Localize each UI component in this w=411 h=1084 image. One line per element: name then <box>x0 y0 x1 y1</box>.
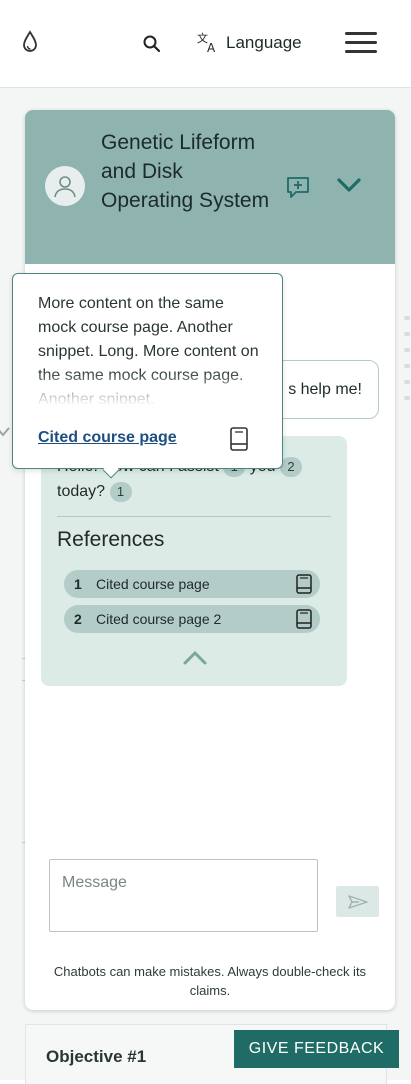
translate-icon: 文 A <box>197 31 216 55</box>
language-selector[interactable]: 文 A Language <box>196 28 302 58</box>
user-message-text: s help me! <box>288 380 362 398</box>
water-drop-icon[interactable] <box>18 28 42 56</box>
chat-header: Genetic Lifeform and Disk Operating Syst… <box>25 110 395 264</box>
chevron-up-icon[interactable] <box>181 648 209 668</box>
bot-message-part: today? <box>57 483 106 500</box>
user-avatar-icon <box>45 166 85 206</box>
send-icon <box>347 894 368 909</box>
book-icon <box>296 609 312 629</box>
send-button[interactable] <box>336 886 379 917</box>
book-icon <box>296 574 312 594</box>
language-label: Language <box>226 33 302 52</box>
citation-tooltip: More content on the same mock course pag… <box>12 273 283 479</box>
reference-item[interactable]: 2 Cited course page 2 <box>64 605 320 633</box>
citation-pill[interactable]: 2 <box>280 456 302 477</box>
new-message-icon[interactable] <box>285 174 311 200</box>
chat-panel: Genetic Lifeform and Disk Operating Syst… <box>25 110 395 1010</box>
svg-text:A: A <box>207 41 216 55</box>
search-icon[interactable] <box>140 32 164 56</box>
hamburger-menu-icon[interactable] <box>345 32 377 54</box>
reference-number: 1 <box>74 576 82 592</box>
tooltip-fade <box>38 370 263 406</box>
reference-label: Cited course page 2 <box>96 611 222 627</box>
objective-label: Objective #1 <box>46 1047 147 1066</box>
chatbot-title: Genetic Lifeform and Disk Operating Syst… <box>101 131 270 212</box>
reference-item[interactable]: 1 Cited course page <box>64 570 320 598</box>
top-navigation-bar: 文 A Language <box>0 0 411 88</box>
chevron-down-icon[interactable] <box>0 426 10 438</box>
reference-number: 2 <box>74 611 82 627</box>
divider <box>57 516 331 517</box>
disclaimer-text: Chatbots can make mistakes. Always doubl… <box>53 964 367 998</box>
bot-message-card: Hello! How can I assist 1 you 2 today? 1… <box>41 436 347 686</box>
book-icon <box>230 427 248 451</box>
message-input[interactable]: Message <box>49 859 318 932</box>
give-feedback-button[interactable]: GIVE FEEDBACK <box>234 1030 399 1068</box>
references-heading: References <box>57 528 165 551</box>
reference-label: Cited course page <box>96 576 210 592</box>
message-placeholder: Message <box>62 874 127 891</box>
chevron-down-icon[interactable] <box>335 174 363 196</box>
citation-pill[interactable]: 1 <box>109 481 132 502</box>
scroll-indicator <box>404 316 411 412</box>
cited-course-page-link[interactable]: Cited course page <box>38 429 177 447</box>
